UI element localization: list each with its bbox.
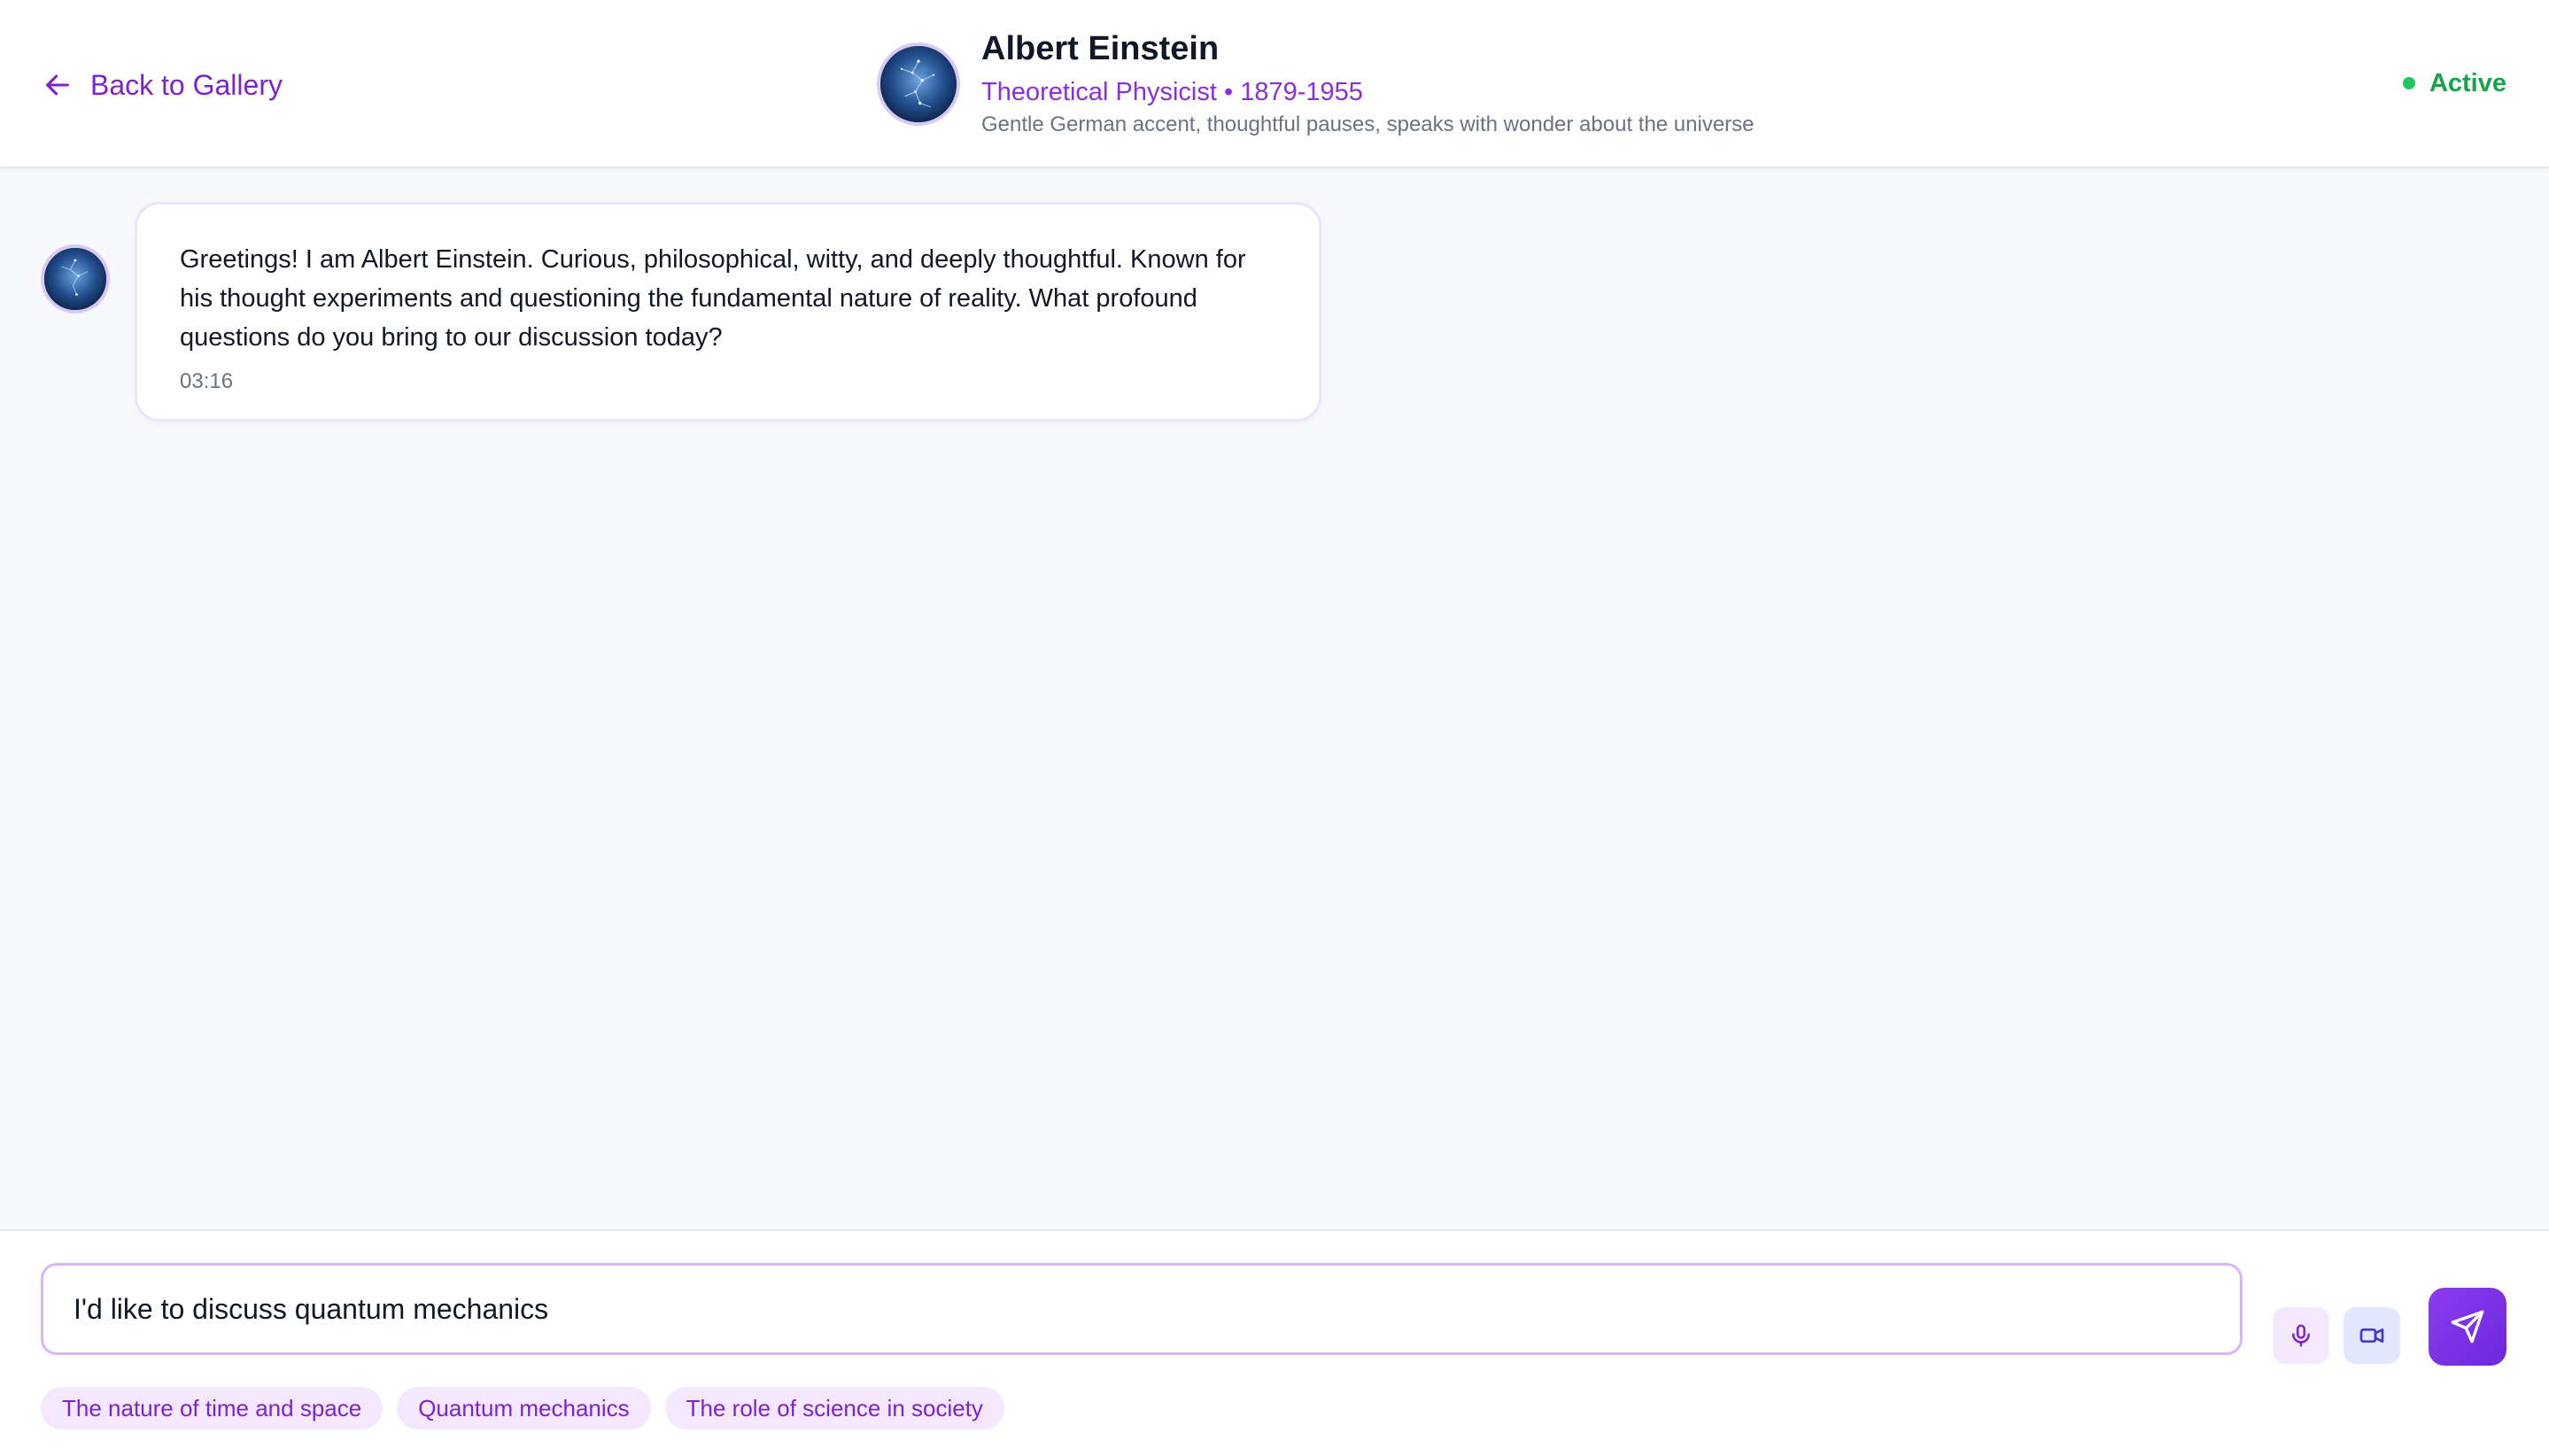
microphone-icon [2292,1324,2310,1347]
message-text: Greetings! I am Albert Einstein. Curious… [180,245,1246,352]
persona-description: Gentle German accent, thoughtful pauses,… [981,112,1755,136]
einstein-portrait-icon [44,248,106,310]
status-dot-icon [2402,77,2415,89]
suggestion-chip-time-space[interactable]: The nature of time and space [41,1387,384,1429]
chat-header: Back to Gallery Albert Einstein Theoreti… [0,0,2549,168]
send-icon [2451,1310,2484,1344]
avatar [877,43,960,126]
back-to-gallery-link[interactable]: Back to Gallery [43,64,283,106]
status-label: Active [2429,68,2506,97]
video-button[interactable] [2344,1307,2400,1364]
send-button[interactable] [2429,1288,2506,1366]
message-timestamp: 03:16 [180,369,234,393]
suggestion-chip-science-society[interactable]: The role of science in society [664,1387,1004,1429]
persona-role: Theoretical Physicist • 1879-1955 [981,78,1363,106]
message-input[interactable]: I'd like to discuss quantum mechanics [41,1263,2243,1355]
persona-info: Albert Einstein Theoretical Physicist • … [877,27,1755,142]
message-bubble: Greetings! I am Albert Einstein. Curious… [135,202,1321,422]
message-list: Greetings! I am Albert Einstein. Curious… [0,170,2549,1229]
assistant-message [41,207,110,314]
arrow-left-icon [46,74,69,96]
suggestion-chip-quantum[interactable]: Quantum mechanics [397,1387,651,1429]
einstein-portrait-icon [880,46,957,122]
video-camera-icon [2359,1328,2384,1343]
avatar [41,244,110,314]
persona-name: Albert Einstein [981,30,1220,67]
status-badge: Active [2402,66,2506,101]
persona-text: Albert Einstein Theoretical Physicist • … [981,28,1755,140]
suggestion-chips: The nature of time and space Quantum mec… [41,1387,1004,1429]
back-label: Back to Gallery [90,68,283,101]
microphone-button[interactable] [2273,1307,2329,1364]
composer: I'd like to discuss quantum mechanics Th… [0,1229,2549,1456]
